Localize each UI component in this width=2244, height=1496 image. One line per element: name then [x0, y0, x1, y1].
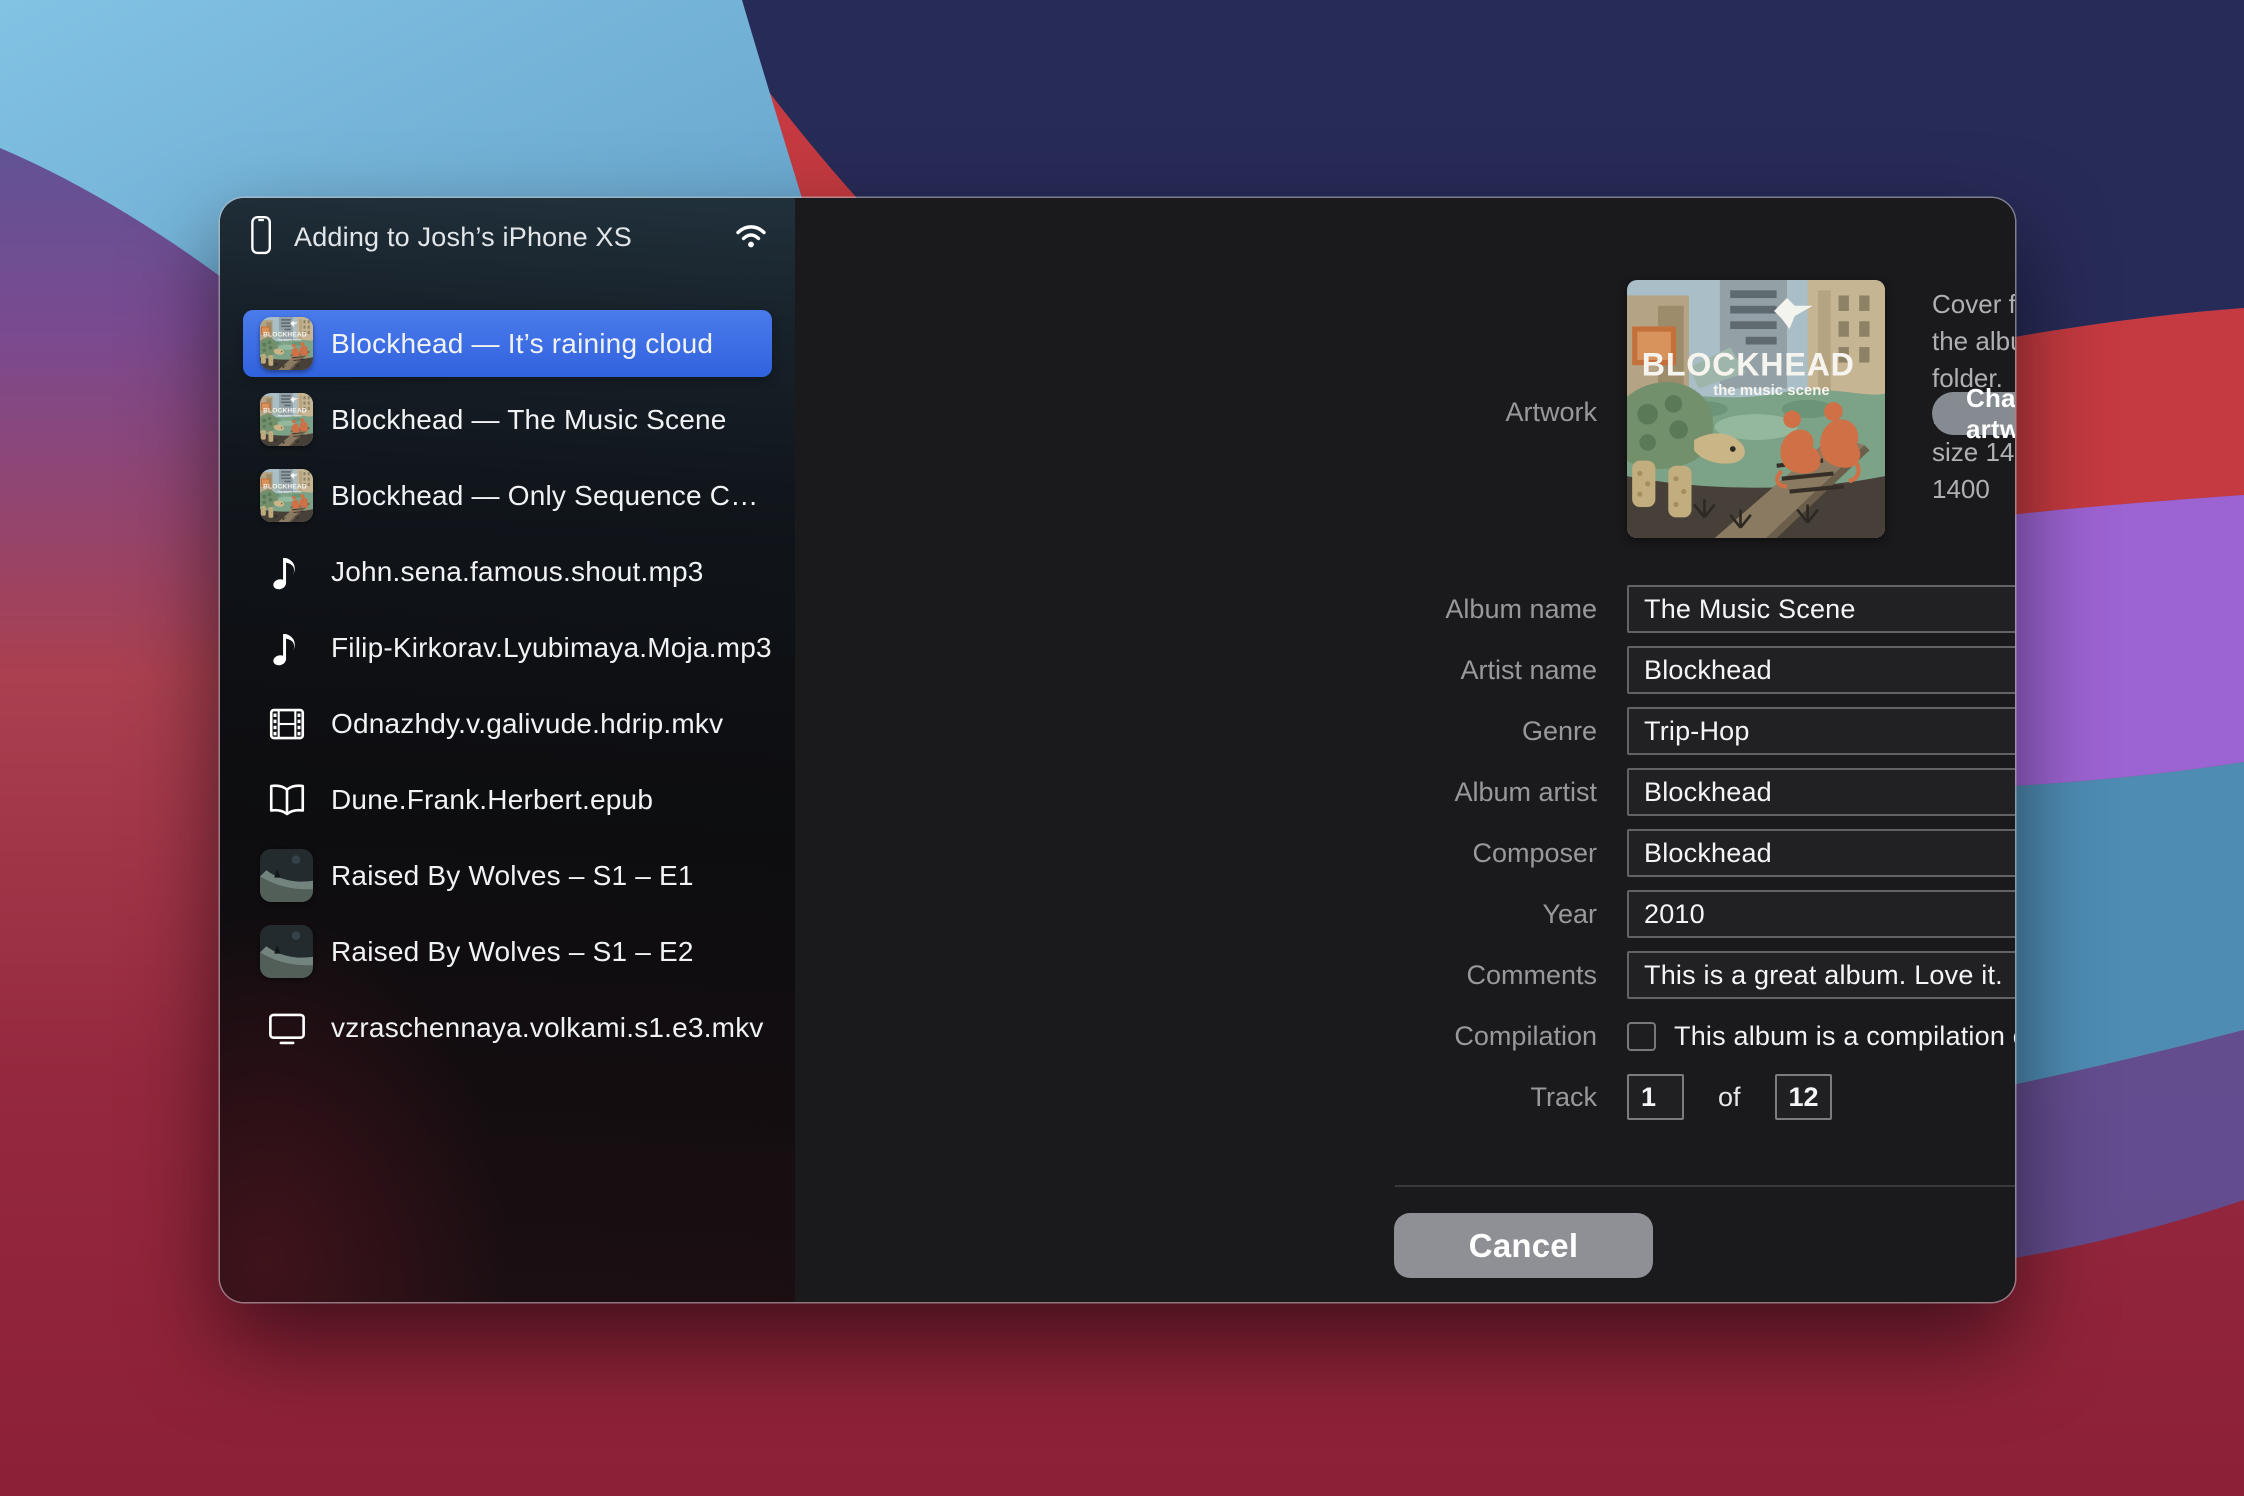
- artwork-note-line1: Cover found in the album’s folder.: [1932, 286, 2015, 397]
- list-item-label: vzraschennaya.volkami.s1.e3.mkv: [331, 1012, 764, 1044]
- list-item[interactable]: Blockhead — It’s raining cloud: [243, 310, 772, 377]
- music-note-icon: [260, 621, 313, 674]
- text-field[interactable]: Blockhead: [1627, 768, 2015, 816]
- form-field-row: Comments This is a great album. Love it.: [1355, 951, 2015, 999]
- music-note-icon: [260, 545, 313, 598]
- list-item-label: Dune.Frank.Herbert.epub: [331, 784, 653, 816]
- sidebar-header: Adding to Josh’s iPhone XS: [220, 198, 795, 278]
- app-window: Adding to Josh’s iPhone XS Blockhead — I…: [220, 198, 2015, 1302]
- album-art-thumbnail: [260, 393, 313, 446]
- list-item[interactable]: Raised By Wolves – S1 – E2: [243, 918, 772, 985]
- field-rows: Album name The Music Scene Artist name B…: [1355, 585, 2015, 999]
- compilation-label: Compilation: [1355, 1021, 1597, 1052]
- field-value: This is a great album. Love it.: [1644, 960, 2003, 991]
- track-number-field[interactable]: 1: [1627, 1074, 1684, 1120]
- episode-thumbnail: [260, 925, 313, 978]
- list-item-label: Raised By Wolves – S1 – E1: [331, 860, 694, 892]
- field-label: Genre: [1355, 716, 1597, 747]
- text-field[interactable]: 2010: [1627, 890, 2015, 938]
- track-total-field[interactable]: 12: [1775, 1074, 1832, 1120]
- field-label: Artist name: [1355, 655, 1597, 686]
- list-item-label: John.sena.famous.shout.mp3: [331, 556, 704, 588]
- list-item[interactable]: Filip-Kirkorav.Lyubimaya.Moja.mp3: [243, 614, 772, 681]
- field-value: Trip-Hop: [1644, 716, 1750, 747]
- wifi-icon: [735, 221, 767, 248]
- field-value: Blockhead: [1644, 838, 1772, 869]
- field-label: Year: [1355, 899, 1597, 930]
- field-value: 2010: [1644, 899, 1705, 930]
- artwork-label: Artwork: [795, 397, 1597, 428]
- file-list: Blockhead — It’s raining cloud Blockhead…: [243, 310, 772, 1070]
- form-field-row: Album artist Blockhead: [1355, 768, 2015, 816]
- text-field[interactable]: Blockhead: [1627, 646, 2015, 694]
- change-artwork-button[interactable]: Change artwork: [1932, 392, 2015, 435]
- form-field-row: Genre Trip-Hop: [1355, 707, 2015, 755]
- form-field-row: Composer Blockhead: [1355, 829, 2015, 877]
- compilation-row: Compilation This album is a compilation …: [1355, 1012, 2015, 1060]
- film-icon: [260, 697, 313, 750]
- form-field-row: Year 2010: [1355, 890, 2015, 938]
- list-item-label: Blockhead — The Music Scene: [331, 404, 727, 436]
- list-item-label: Odnazhdy.v.galivude.hdrip.mkv: [331, 708, 723, 740]
- compilation-text: This album is a compilation of songs fro…: [1674, 1021, 2015, 1052]
- field-value: Blockhead: [1644, 655, 1772, 686]
- album-artwork: [1627, 280, 1885, 538]
- list-item-label: Filip-Kirkorav.Lyubimaya.Moja.mp3: [331, 632, 772, 664]
- field-label: Album name: [1355, 594, 1597, 625]
- field-label: Album artist: [1355, 777, 1597, 808]
- text-field[interactable]: This is a great album. Love it.: [1627, 951, 2015, 999]
- track-row: Track 1 of 12: [1355, 1073, 2015, 1121]
- metadata-form: Album name The Music Scene Artist name B…: [1355, 585, 2015, 1134]
- list-item-label: Raised By Wolves – S1 – E2: [331, 936, 694, 968]
- sidebar: Adding to Josh’s iPhone XS Blockhead — I…: [220, 198, 795, 1302]
- form-field-row: Artist name Blockhead: [1355, 646, 2015, 694]
- text-field[interactable]: Blockhead: [1627, 829, 2015, 877]
- form-field-row: Album name The Music Scene: [1355, 585, 2015, 633]
- main-panel: Artwork Cover found in the album’s folde…: [795, 198, 2015, 1302]
- list-item[interactable]: John.sena.famous.shout.mp3: [243, 538, 772, 605]
- list-item[interactable]: Blockhead — The Music Scene: [243, 386, 772, 453]
- list-item[interactable]: vzraschennaya.volkami.s1.e3.mkv: [243, 994, 772, 1061]
- list-item[interactable]: Blockhead — Only Sequence Cha…: [243, 462, 772, 529]
- device-title: Adding to Josh’s iPhone XS: [294, 222, 632, 253]
- text-field[interactable]: Trip-Hop: [1627, 707, 2015, 755]
- album-art-thumbnail: [260, 317, 313, 370]
- list-item[interactable]: Raised By Wolves – S1 – E1: [243, 842, 772, 909]
- list-item-label: Blockhead — Only Sequence Cha…: [331, 480, 772, 512]
- display-icon: [260, 1001, 313, 1054]
- field-value: Blockhead: [1644, 777, 1772, 808]
- track-label: Track: [1355, 1082, 1597, 1113]
- field-label: Composer: [1355, 838, 1597, 869]
- album-art-thumbnail: [260, 469, 313, 522]
- compilation-checkbox[interactable]: [1627, 1022, 1656, 1051]
- book-icon: [260, 773, 313, 826]
- cancel-button[interactable]: Cancel: [1394, 1213, 1653, 1278]
- list-item[interactable]: Odnazhdy.v.galivude.hdrip.mkv: [243, 690, 772, 757]
- field-value: The Music Scene: [1644, 594, 1856, 625]
- text-field[interactable]: The Music Scene: [1627, 585, 2015, 633]
- field-label: Comments: [1355, 960, 1597, 991]
- track-of-label: of: [1718, 1082, 1741, 1113]
- list-item[interactable]: Dune.Frank.Herbert.epub: [243, 766, 772, 833]
- footer-divider: [1395, 1185, 2015, 1187]
- iphone-icon: [251, 215, 273, 257]
- list-item-label: Blockhead — It’s raining cloud: [331, 328, 713, 360]
- episode-thumbnail: [260, 849, 313, 902]
